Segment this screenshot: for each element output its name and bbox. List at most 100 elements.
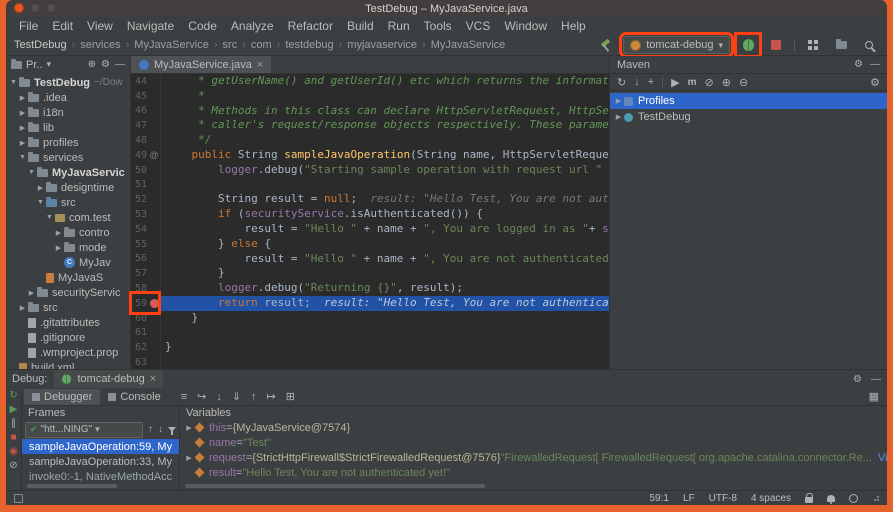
- tree-toggle-icon[interactable]: ▶: [614, 113, 623, 121]
- menu-vcs[interactable]: VCS: [459, 19, 498, 33]
- gutter[interactable]: 53: [131, 207, 161, 222]
- indent-setting[interactable]: 4 spaces: [751, 493, 791, 504]
- run-maven-goal-icon[interactable]: ▶: [671, 76, 679, 89]
- gear-icon[interactable]: ⚙: [101, 59, 110, 70]
- variable-name[interactable]: name = "Test": [180, 435, 887, 450]
- gear-icon[interactable]: ⚙: [854, 59, 863, 70]
- editor-tab-myjavaservice[interactable]: MyJavaService.java ×: [131, 56, 271, 73]
- pause-icon[interactable]: ∥: [11, 419, 16, 429]
- tab-debugger[interactable]: Debugger: [24, 389, 100, 405]
- file-encoding[interactable]: UTF-8: [709, 493, 737, 504]
- force-step-into-icon[interactable]: ⇓: [232, 390, 241, 403]
- tree-item-services[interactable]: ▼services: [6, 150, 130, 165]
- caret-position[interactable]: 59:1: [649, 493, 668, 504]
- chevron-down-icon[interactable]: ▾: [47, 59, 52, 70]
- filter-frames-icon[interactable]: [168, 427, 176, 432]
- gutter[interactable]: 46: [131, 104, 161, 119]
- gutter[interactable]: 45: [131, 89, 161, 104]
- tree-item-mode[interactable]: ▶mode: [6, 240, 130, 255]
- stop-button[interactable]: [766, 36, 786, 54]
- step-into-icon[interactable]: ↓: [216, 391, 222, 403]
- title-bar[interactable]: TestDebug – MyJavaService.java: [6, 0, 887, 17]
- menu-edit[interactable]: Edit: [45, 19, 80, 33]
- line-separator[interactable]: LF: [683, 493, 695, 504]
- gutter[interactable]: 56: [131, 252, 161, 267]
- notifications-icon[interactable]: [827, 495, 835, 502]
- previous-frame-icon[interactable]: ↑: [148, 424, 153, 435]
- gutter[interactable]: 59: [131, 296, 161, 311]
- resume-icon[interactable]: ▶: [10, 405, 18, 415]
- evaluate-expression-icon[interactable]: ⊞: [286, 390, 295, 403]
- mute-breakpoints-icon[interactable]: ⊘: [9, 461, 17, 471]
- step-over-icon[interactable]: ↪: [197, 390, 206, 403]
- tree-toggle-icon[interactable]: ▶: [18, 124, 27, 132]
- tree-item-contro[interactable]: ▶contro: [6, 225, 130, 240]
- variable-result[interactable]: result = "Hello Test, You are not authen…: [180, 465, 887, 480]
- breadcrumb-item[interactable]: src: [223, 39, 238, 51]
- breadcrumb-item[interactable]: com: [251, 39, 272, 51]
- gutter[interactable]: 44: [131, 74, 161, 89]
- gutter[interactable]: 54: [131, 222, 161, 237]
- view-value-link[interactable]: View: [878, 452, 887, 464]
- gutter[interactable]: 55: [131, 237, 161, 252]
- hide-panel-icon[interactable]: —: [115, 59, 125, 70]
- menu-code[interactable]: Code: [181, 19, 224, 33]
- tree-item--wmproject-prop[interactable]: .wmproject.prop: [6, 345, 130, 360]
- download-sources-icon[interactable]: ↓: [634, 76, 640, 88]
- tree-toggle-icon[interactable]: ▶: [27, 289, 36, 297]
- layout-settings-icon[interactable]: ▦: [869, 390, 879, 403]
- maven-item-profiles[interactable]: ▶Profiles: [610, 93, 887, 109]
- tree-item--idea[interactable]: ▶.idea: [6, 90, 130, 105]
- locate-file-icon[interactable]: ⊕: [88, 59, 96, 70]
- tree-toggle-icon[interactable]: ▶: [18, 139, 27, 147]
- tree-item-securityservic[interactable]: ▶securityServic: [6, 285, 130, 300]
- open-file-button[interactable]: [831, 36, 851, 54]
- maximize-window-button[interactable]: [46, 3, 56, 13]
- variables-horizontal-scrollbar[interactable]: [185, 484, 485, 488]
- thread-selector[interactable]: ✔ "htt...NING" ▾: [25, 422, 143, 438]
- maven-item-testdebug[interactable]: ▶TestDebug: [610, 109, 887, 125]
- search-everywhere-button[interactable]: [859, 36, 879, 54]
- tree-toggle-icon[interactable]: ▶: [18, 304, 27, 312]
- breadcrumb-item[interactable]: services: [80, 39, 120, 51]
- stop-debug-icon[interactable]: ■: [10, 433, 16, 443]
- variable-this[interactable]: ▶this = {MyJavaService@7574}: [180, 420, 887, 435]
- tree-toggle-icon[interactable]: ▼: [45, 214, 54, 221]
- tree-item-myjavas[interactable]: MyJavaS: [6, 270, 130, 285]
- gutter[interactable]: 48: [131, 133, 161, 148]
- menu-help[interactable]: Help: [554, 19, 593, 33]
- menu-navigate[interactable]: Navigate: [120, 19, 181, 33]
- gutter[interactable]: 60: [131, 311, 161, 326]
- tree-item-myjav[interactable]: CMyJav: [6, 255, 130, 270]
- tree-item-myjavaservic[interactable]: ▼MyJavaServic: [6, 165, 130, 180]
- gutter[interactable]: 47: [131, 118, 161, 133]
- close-tab-icon[interactable]: ×: [257, 59, 263, 71]
- gutter[interactable]: 49@: [131, 148, 161, 163]
- menu-tools[interactable]: Tools: [417, 19, 459, 33]
- hide-panel-icon[interactable]: —: [871, 374, 881, 385]
- tree-item-com-test[interactable]: ▼com.test: [6, 210, 130, 225]
- tree-item-src[interactable]: ▶src: [6, 300, 130, 315]
- view-breakpoints-icon[interactable]: ◉: [9, 447, 18, 457]
- hide-panel-icon[interactable]: —: [870, 59, 880, 70]
- tree-toggle-icon[interactable]: ▶: [18, 109, 27, 117]
- menu-view[interactable]: View: [80, 19, 120, 33]
- breadcrumb-item[interactable]: testdebug: [285, 39, 333, 51]
- reimport-icon[interactable]: ↻: [617, 76, 626, 89]
- breadcrumb-item[interactable]: TestDebug: [14, 39, 67, 51]
- run-to-cursor-icon[interactable]: ↦: [267, 390, 276, 403]
- close-tab-icon[interactable]: ×: [150, 373, 156, 385]
- gutter[interactable]: 50: [131, 163, 161, 178]
- gutter[interactable]: 57: [131, 266, 161, 281]
- gutter[interactable]: 52: [131, 192, 161, 207]
- restore-layout-icon[interactable]: ≡: [181, 391, 187, 403]
- menu-file[interactable]: File: [12, 19, 45, 33]
- variable-request[interactable]: ▶request = {StrictHttpFirewall$StrictFir…: [180, 450, 887, 465]
- tree-toggle-icon[interactable]: ▼: [36, 199, 45, 206]
- tree-toggle-icon[interactable]: ▶: [36, 184, 45, 192]
- gutter[interactable]: 62: [131, 340, 161, 355]
- tab-console[interactable]: Console: [100, 389, 168, 405]
- tree-item-testdebug[interactable]: ▼TestDebug~/Dow: [6, 75, 130, 90]
- tree-toggle-icon[interactable]: ▶: [184, 424, 194, 432]
- frames-horizontal-scrollbar[interactable]: [27, 484, 117, 488]
